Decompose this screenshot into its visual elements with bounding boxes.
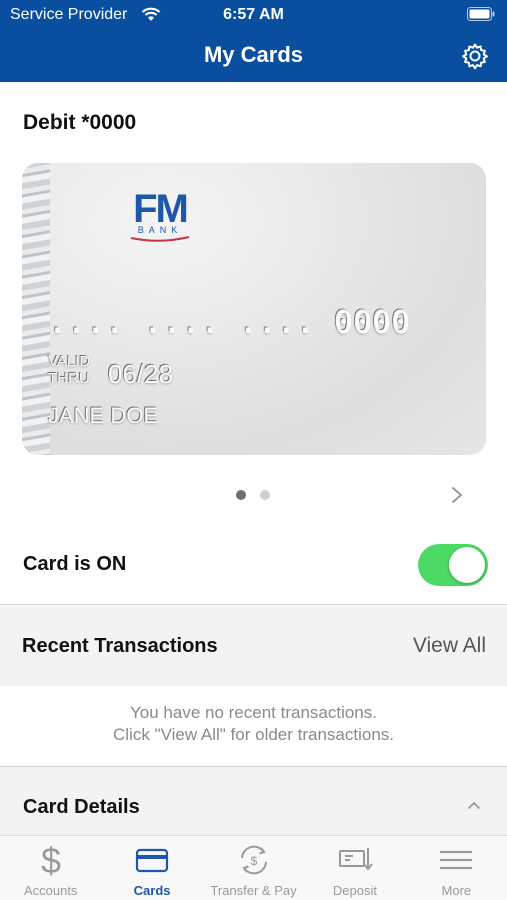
tab-label: Transfer & Pay [210,883,297,898]
valid-thru-label: VALID THRU [48,353,91,387]
card-on-toggle[interactable] [418,544,488,586]
tab-transfer-pay[interactable]: $ Transfer & Pay [203,836,304,900]
svg-text:$: $ [41,842,61,878]
settings-gear-icon[interactable] [460,41,490,71]
card-toggle-label: Card is ON [23,553,127,575]
card-icon [136,848,169,873]
tab-bar: $ Accounts Cards $ Transfer & Pay Deposi… [0,835,507,900]
tab-more[interactable]: More [406,836,507,900]
tab-deposit[interactable]: Deposit [304,836,405,900]
page-title: My Cards [203,42,304,67]
deposit-icon [338,848,373,871]
recent-transactions-header: Recent Transactions View All [0,606,507,686]
empty-message-line-2: Click "View All" for older transactions. [112,725,395,744]
debit-card-image[interactable]: FM BANK .... .... .... 0000 VALID THRU 06… [22,163,486,455]
dollar-icon: $ [41,842,61,878]
empty-message-line-1: You have no recent transactions. [130,703,377,722]
card-name: Debit *0000 [23,111,137,134]
page-indicator [236,490,270,500]
card-details-section[interactable]: Card Details [0,767,507,835]
tab-cards[interactable]: Cards [101,836,202,900]
tab-label: Accounts [23,883,78,898]
page-dot-2[interactable] [260,490,270,500]
bank-logo: FM BANK [128,187,192,243]
card-toggle-row: Card is ON [0,525,507,605]
transfer-icon: $ [240,845,267,875]
battery-icon [467,7,495,21]
card-details-title: Card Details [23,796,140,818]
tab-label: Cards [133,883,171,898]
chevron-up-icon[interactable] [467,800,481,810]
card-expiry: 06/28 [108,359,174,389]
recent-transactions-title: Recent Transactions [22,635,218,657]
toggle-knob [449,547,485,583]
svg-text:$: $ [250,854,257,868]
clock: 6:57 AM [223,6,284,23]
card-pattern-strip [22,163,50,455]
tab-label: Deposit [332,883,377,898]
menu-icon [440,850,473,870]
tab-accounts[interactable]: $ Accounts [0,836,101,900]
bank-logo-text: FM [133,187,189,231]
logo-swoosh-icon [130,236,190,242]
card-number: .... .... .... 0000 [48,305,411,340]
view-all-link[interactable]: View All [413,634,486,658]
nav-bar: My Cards [0,30,507,82]
empty-transactions-message: You have no recent transactions. Click "… [0,702,507,746]
tab-label: More [441,883,472,898]
page-dot-1[interactable] [236,490,246,500]
card-holder: JANE DOE [48,403,159,428]
status-bar: Service Provider 6:57 AM [0,0,507,30]
chevron-right-icon[interactable] [450,485,464,505]
